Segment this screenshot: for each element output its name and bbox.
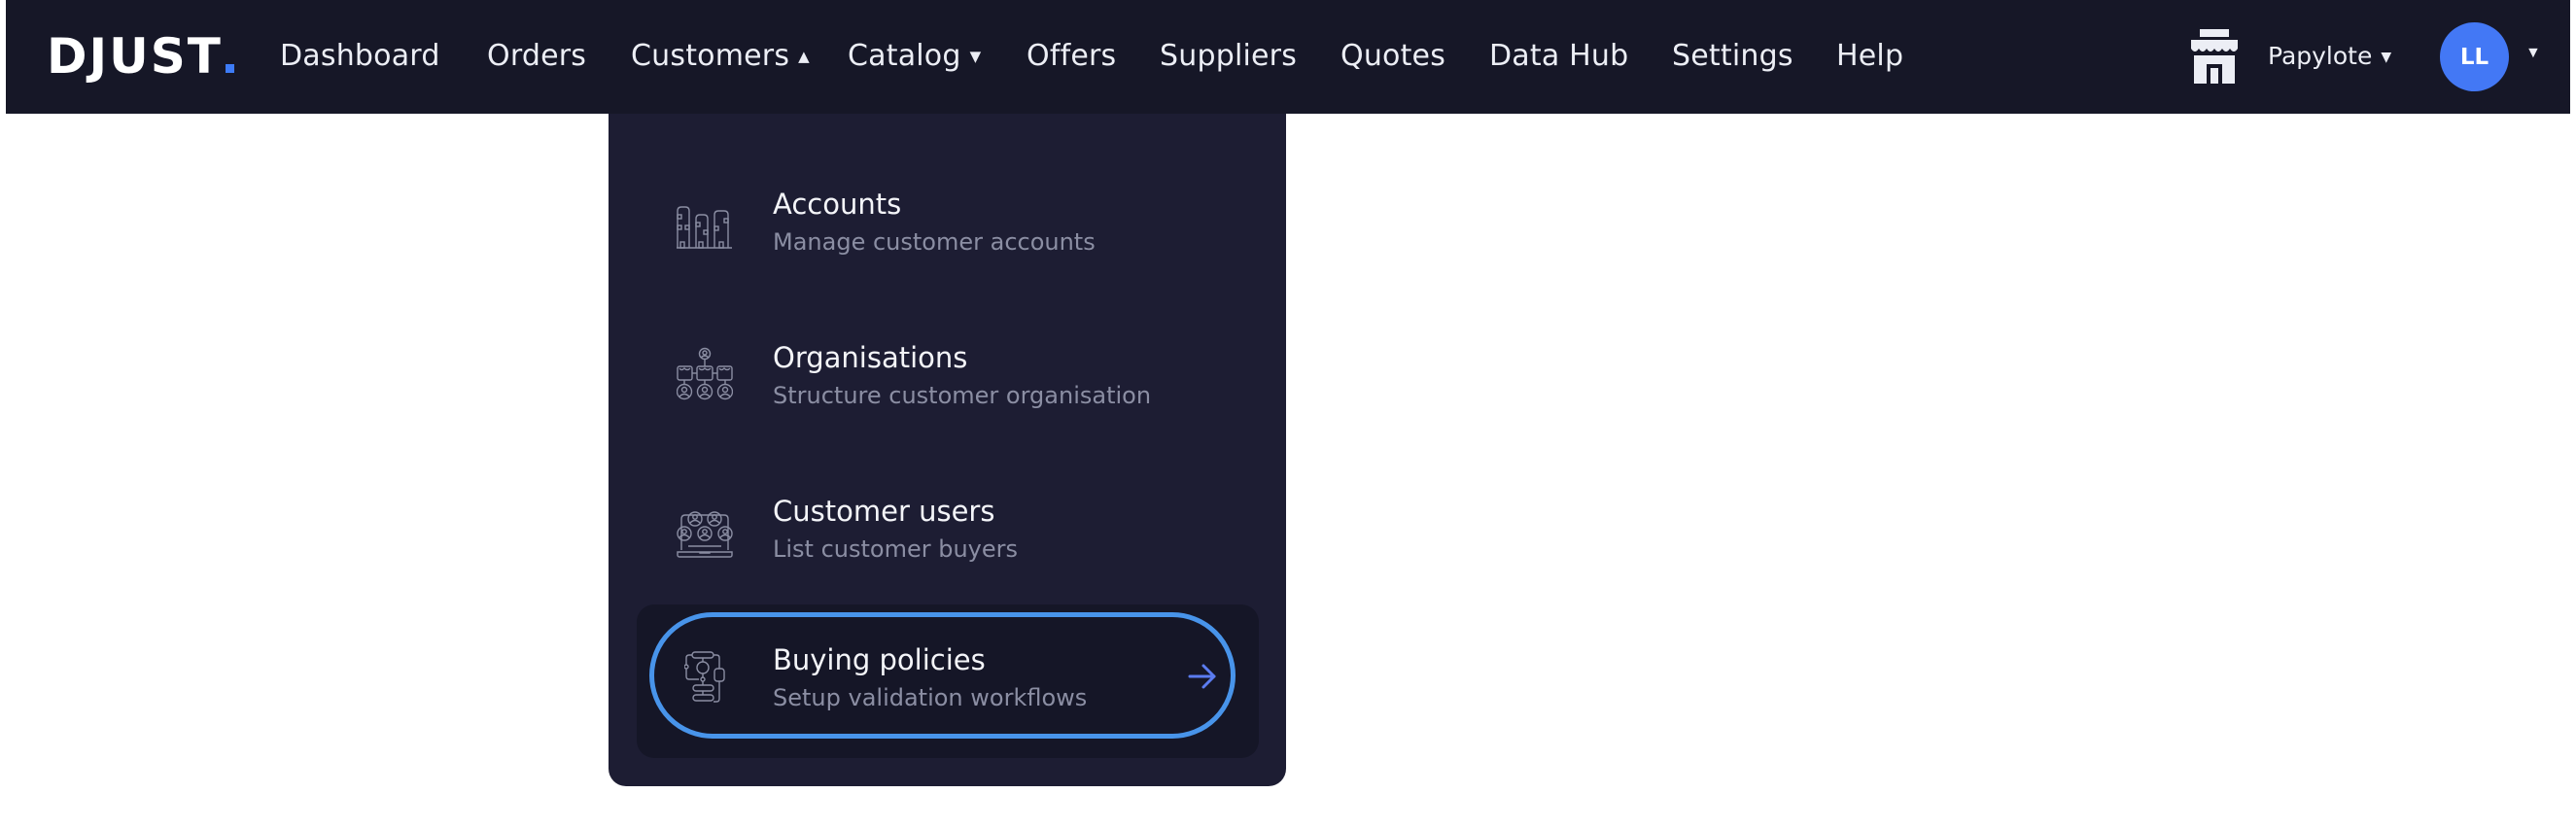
- nav-settings[interactable]: Settings: [1672, 35, 1793, 78]
- nav-quotes[interactable]: Quotes: [1340, 35, 1445, 78]
- workflow-icon: [684, 651, 725, 703]
- arrow-right-icon[interactable]: [1188, 662, 1217, 691]
- caret-down-icon: ▼: [2381, 50, 2392, 65]
- menu-item-subtitle: Setup validation workflows: [773, 684, 1088, 711]
- nav-suppliers[interactable]: Suppliers: [1160, 35, 1297, 78]
- nav-label: Dashboard: [280, 39, 440, 73]
- nav-label: Data Hub: [1489, 39, 1629, 73]
- caret-down-icon: ▼: [969, 48, 982, 65]
- users-laptop-icon: [677, 511, 733, 558]
- nav-help[interactable]: Help: [1836, 35, 1903, 78]
- menu-item-accounts[interactable]: Accounts Manage customer accounts: [609, 160, 1286, 296]
- menu-item-customer-users[interactable]: Customer users List customer buyers: [609, 467, 1286, 604]
- user-menu-caret-icon[interactable]: ▼: [2525, 45, 2541, 62]
- nav-label: Help: [1836, 39, 1904, 73]
- menu-item-title: Customer users: [773, 495, 995, 528]
- nav-offers[interactable]: Offers: [1027, 35, 1116, 78]
- menu-item-organisations[interactable]: Organisations Structure customer organis…: [609, 314, 1286, 450]
- nav-label: Catalog: [848, 39, 961, 73]
- menu-item-buying-policies[interactable]: Buying policies Setup validation workflo…: [637, 604, 1259, 758]
- store-icon[interactable]: [2189, 29, 2240, 84]
- menu-item-title: Buying policies: [773, 643, 986, 676]
- buildings-icon: [677, 206, 732, 249]
- nav-customers[interactable]: Customers ▲: [631, 35, 810, 78]
- nav-catalog[interactable]: Catalog ▼: [848, 35, 981, 78]
- nav-label: Quotes: [1340, 39, 1446, 73]
- nav-label: Suppliers: [1160, 39, 1298, 73]
- nav-dashboard[interactable]: Dashboard: [280, 35, 440, 78]
- nav-label: Settings: [1672, 39, 1793, 73]
- tenant-name: Papylote: [2268, 42, 2373, 70]
- menu-item-subtitle: Structure customer organisation: [773, 382, 1152, 409]
- nav-label: Customers: [631, 39, 790, 73]
- org-chart-icon: [677, 347, 733, 400]
- tenant-switcher[interactable]: Papylote ▼: [2268, 37, 2391, 76]
- djust-logo[interactable]: DJUST: [47, 29, 234, 84]
- menu-item-subtitle: Manage customer accounts: [773, 228, 1096, 256]
- nav-data-hub[interactable]: Data Hub: [1489, 35, 1628, 78]
- menu-item-subtitle: List customer buyers: [773, 535, 1019, 563]
- nav-label: Orders: [487, 39, 587, 73]
- nav-orders[interactable]: Orders: [487, 35, 586, 78]
- user-avatar[interactable]: LL: [2440, 22, 2509, 91]
- logo-text: DJUST: [47, 28, 223, 85]
- menu-item-title: Accounts: [773, 188, 902, 221]
- top-navbar: DJUST Dashboard Orders Customers ▲ Catalo…: [6, 0, 2570, 114]
- user-initials: LL: [2459, 44, 2489, 70]
- menu-item-title: Organisations: [773, 341, 968, 374]
- caret-up-icon: ▲: [798, 48, 810, 65]
- logo-dot: [225, 64, 234, 73]
- nav-label: Offers: [1027, 39, 1117, 73]
- customers-dropdown-menu: Accounts Manage customer accounts Organi…: [609, 114, 1286, 786]
